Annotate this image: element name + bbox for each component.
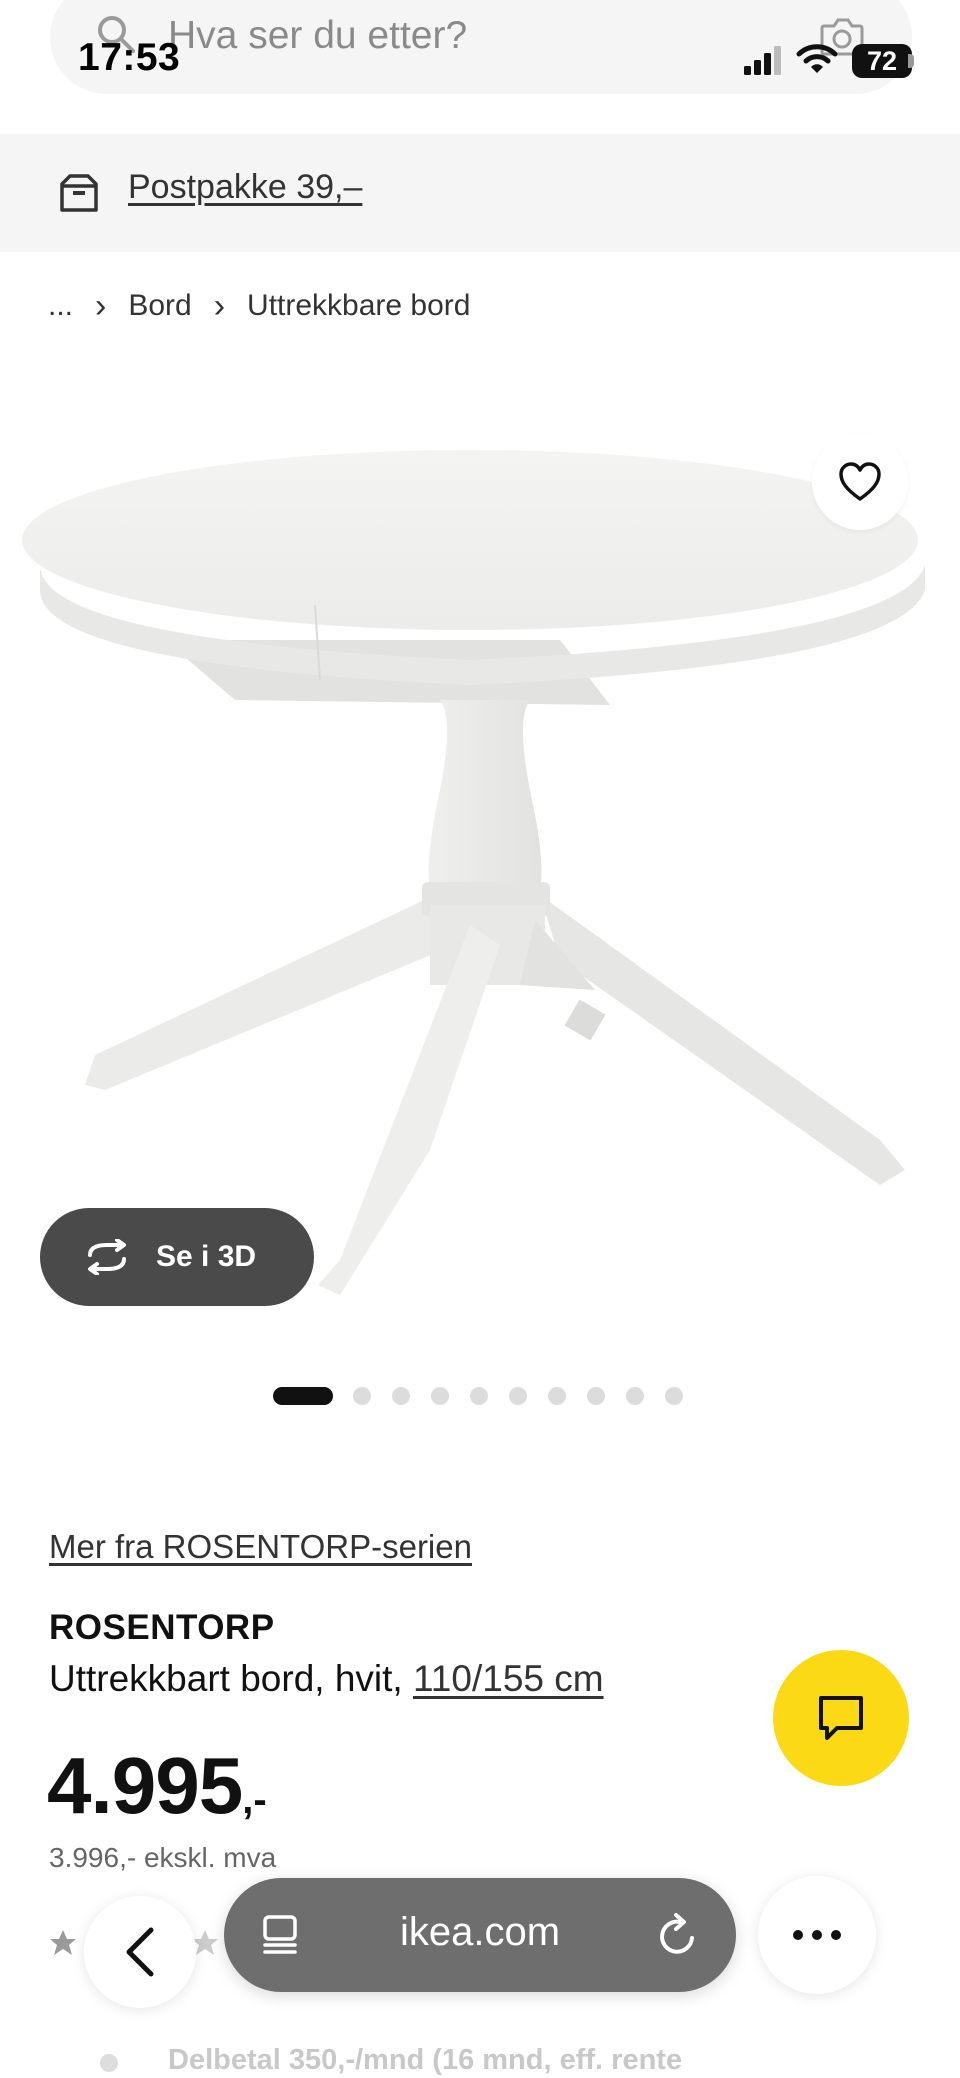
price-value: 4.995 [47, 1741, 243, 1830]
search-input[interactable]: Hva ser du etter? [168, 14, 467, 58]
more-icon [793, 1930, 841, 1940]
product-price: 4.995,- [47, 1740, 267, 1832]
product-image[interactable] [0, 370, 960, 1330]
gallery-dot[interactable] [587, 1387, 605, 1405]
heart-icon [839, 462, 881, 501]
product-name: ROSENTORP [49, 1608, 275, 1647]
gallery-pagination [273, 1386, 704, 1406]
shipping-link[interactable]: Postpakke 39,– [128, 168, 362, 207]
product-description: Uttrekkbart bord, hvit, 110/155 cm [49, 1658, 604, 1700]
installment-icon [100, 2054, 118, 2072]
browser-more-button[interactable] [758, 1876, 876, 1994]
chevron-left-icon [126, 1927, 154, 1977]
chevron-right-icon: › [213, 286, 226, 325]
gallery-dot[interactable] [626, 1387, 644, 1405]
box-icon [60, 174, 98, 212]
chat-icon [819, 1696, 863, 1740]
gallery-dot[interactable] [665, 1387, 683, 1405]
favorite-button[interactable] [812, 434, 908, 530]
product-description-text: Uttrekkbart bord, hvit, [49, 1658, 413, 1699]
signal-icon [744, 46, 781, 75]
breadcrumb-item-bord[interactable]: Bord [128, 289, 191, 323]
browser-back-button[interactable] [84, 1896, 196, 2008]
price-suffix: ,- [242, 1778, 267, 1822]
gallery-dot[interactable] [392, 1387, 410, 1405]
series-link[interactable]: Mer fra ROSENTORP-serien [49, 1528, 472, 1566]
battery-indicator: 72 [852, 44, 912, 78]
size-link[interactable]: 110/155 cm [413, 1658, 604, 1699]
star-icon [50, 1930, 76, 1955]
rotate-3d-icon [88, 1239, 126, 1275]
gallery-dot[interactable] [509, 1387, 527, 1405]
gallery-dot-active[interactable] [273, 1387, 333, 1405]
breadcrumb: ... › Bord › Uttrekkbare bord [48, 286, 470, 326]
gallery-dot[interactable] [353, 1387, 371, 1405]
gallery-dot[interactable] [431, 1387, 449, 1405]
price-ex-vat: 3.996,- ekskl. mva [49, 1842, 277, 1873]
chevron-right-icon: › [95, 286, 107, 325]
gallery-dot[interactable] [470, 1387, 488, 1405]
breadcrumb-item-uttrekkbare-bord[interactable]: Uttrekkbare bord [247, 289, 470, 323]
status-time: 17:53 [78, 36, 181, 79]
reload-icon[interactable] [656, 1912, 700, 1958]
breadcrumb-ellipsis[interactable]: ... [48, 289, 73, 323]
view-3d-label: Se i 3D [156, 1240, 257, 1273]
view-3d-button[interactable]: Se i 3D [40, 1208, 314, 1306]
gallery-dot[interactable] [548, 1387, 566, 1405]
browser-address-bar[interactable]: ikea.com [224, 1878, 736, 1992]
wifi-icon [796, 44, 838, 73]
battery-tip [908, 54, 914, 68]
installment-text: Delbetal 350,-/mnd (16 mnd, eff. rente [168, 2044, 683, 2076]
chat-button[interactable] [773, 1650, 909, 1786]
